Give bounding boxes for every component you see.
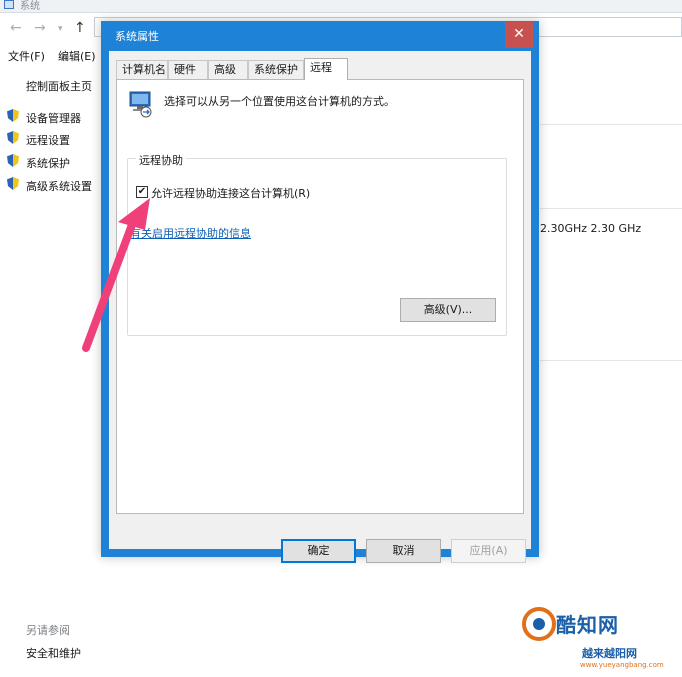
divider: [540, 360, 682, 361]
shield-icon: [7, 177, 19, 190]
shield-icon: [7, 131, 19, 144]
shield-icon: [7, 154, 19, 167]
forward-arrow-icon[interactable]: →: [34, 20, 46, 36]
remote-assistance-legend: 远程协助: [136, 152, 186, 168]
menu-bar: 文件(F) 编辑(E): [0, 46, 110, 64]
shield-icon: [7, 109, 19, 122]
watermark: 酷知网 越来越阳网 www.yueyangbang.com: [520, 605, 680, 675]
cancel-button[interactable]: 取消: [366, 539, 441, 563]
close-icon: ✕: [513, 26, 525, 42]
sidebar: 控制面板主页 设备管理器 远程设置 系统保护 高级系统设置: [0, 70, 110, 670]
tab-computer-name[interactable]: 计算机名: [116, 60, 168, 79]
watermark-logo-icon: [522, 607, 556, 641]
divider: [540, 208, 682, 209]
dialog-title: 系统属性: [115, 30, 159, 43]
recent-chevron-down-icon[interactable]: ▾: [58, 24, 63, 34]
watermark-subtitle: 越来越阳网: [582, 647, 637, 660]
sidebar-item-device-manager[interactable]: 设备管理器: [26, 110, 81, 126]
background-window-title: 系统: [20, 1, 40, 12]
menu-edit[interactable]: 编辑(E): [58, 48, 96, 64]
system-properties-dialog: 系统属性 ✕ 计算机名 硬件 高级 系统保护 远程 选择可以从另一个位置使用这台…: [101, 21, 539, 563]
checkmark-icon: ✔: [137, 186, 147, 197]
close-button[interactable]: ✕: [505, 22, 533, 48]
watermark-brand: 酷知网: [556, 613, 619, 637]
tab-hardware[interactable]: 硬件: [168, 60, 208, 79]
remote-description: 选择可以从另一个位置使用这台计算机的方式。: [164, 95, 395, 108]
watermark-url: www.yueyangbang.com: [580, 661, 664, 669]
remote-assistance-group: 远程协助 ✔ 允许远程协助连接这台计算机(R) 有关启用远程协助的信息 高级(V…: [127, 152, 507, 336]
advanced-button[interactable]: 高级(V)...: [400, 298, 496, 322]
dialog-body: 计算机名 硬件 高级 系统保护 远程 选择可以从另一个位置使用这台计算机的方式。…: [109, 51, 531, 563]
processor-speed: 2.30GHz 2.30 GHz: [540, 222, 642, 235]
sidebar-control-panel-home[interactable]: 控制面板主页: [26, 78, 92, 94]
apply-button[interactable]: 应用(A): [451, 539, 526, 563]
remote-tab-panel: 选择可以从另一个位置使用这台计算机的方式。 远程协助 ✔ 允许远程协助连接这台计…: [116, 79, 524, 514]
allow-remote-assistance-label[interactable]: 允许远程协助连接这台计算机(R): [151, 185, 310, 201]
back-arrow-icon[interactable]: ←: [10, 20, 22, 36]
tab-system-protection[interactable]: 系统保护: [248, 60, 304, 79]
remote-assistance-info-link[interactable]: 有关启用远程协助的信息: [130, 225, 251, 241]
remote-computer-icon: [129, 91, 152, 118]
tab-advanced[interactable]: 高级: [208, 60, 248, 79]
ok-button[interactable]: 确定: [281, 539, 356, 563]
sidebar-item-remote-settings[interactable]: 远程设置: [26, 132, 70, 148]
up-arrow-icon[interactable]: ↑: [74, 20, 86, 36]
sidebar-item-advanced-settings[interactable]: 高级系统设置: [26, 178, 92, 194]
see-also-heading: 另请参阅: [26, 624, 70, 637]
security-maintenance-link[interactable]: 安全和维护: [26, 645, 81, 661]
sidebar-item-system-protection[interactable]: 系统保护: [26, 155, 70, 171]
allow-remote-assistance-checkbox[interactable]: ✔: [136, 186, 148, 198]
tab-remote[interactable]: 远程: [304, 58, 348, 80]
window-icon: [4, 0, 14, 9]
menu-file[interactable]: 文件(F): [8, 48, 45, 64]
divider: [540, 124, 682, 125]
